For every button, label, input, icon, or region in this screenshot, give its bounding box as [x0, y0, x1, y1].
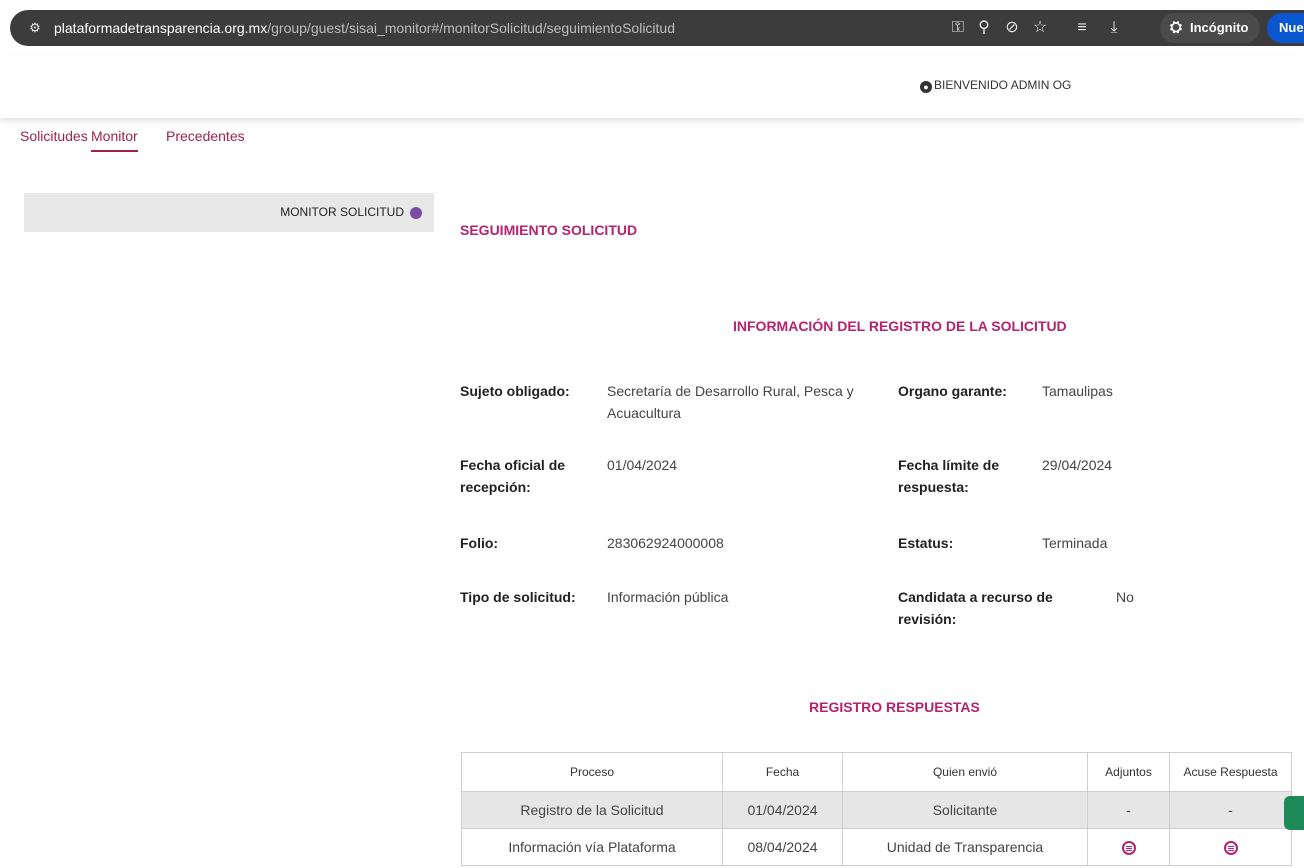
circle-icon: [410, 207, 422, 219]
tab-precedentes[interactable]: Precedentes: [166, 128, 245, 144]
chat-widget-tab[interactable]: [1284, 796, 1304, 830]
url-text[interactable]: plataformadetransparencia.org.mx/group/g…: [54, 18, 675, 38]
header-fecha: Fecha: [722, 752, 843, 792]
download-icon[interactable]: ⤓: [1102, 16, 1126, 40]
sujeto-value: Secretaría de Desarrollo Rural, Pesca y …: [607, 383, 854, 421]
reading-list-icon[interactable]: ≡: [1070, 16, 1094, 40]
responses-table: Proceso Fecha Quien envió Adjuntos Acuse…: [461, 752, 1292, 866]
organo-value: Tamaulipas: [1042, 383, 1113, 399]
table-header-row: Proceso Fecha Quien envió Adjuntos Acuse…: [461, 752, 1292, 792]
header-proceso: Proceso: [461, 752, 723, 792]
cell-proceso: Registro de la Solicitud: [461, 791, 723, 829]
cell-acuse: [1169, 828, 1292, 866]
sidebar-item-monitor-solicitud[interactable]: MONITOR SOLICITUD: [24, 193, 434, 232]
site-header: ● BIENVENIDO ADMIN OG: [0, 56, 1304, 118]
organo-label: Organo garante:: [898, 383, 1007, 399]
table-row: Información vía Plataforma 08/04/2024 Un…: [461, 828, 1292, 866]
star-icon[interactable]: ☆: [1028, 16, 1052, 40]
tipo-value: Información pública: [607, 589, 729, 605]
browser-toolbar: ⚙ plataformadetransparencia.org.mx/group…: [0, 0, 1304, 56]
info-title: INFORMACIÓN DEL REGISTRO DE LA SOLICITUD: [733, 318, 1067, 334]
responses-title: REGISTRO RESPUESTAS: [809, 699, 980, 715]
header-quien: Quien envió: [842, 752, 1088, 792]
cell-quien: Unidad de Transparencia: [842, 828, 1088, 866]
fecha-oficial-label: Fecha oficial de recepción:: [460, 457, 566, 495]
candidata-label: Candidata a recurso de revisión:: [898, 589, 1053, 627]
eye-off-icon[interactable]: ⊘: [1000, 16, 1024, 40]
tipo-label: Tipo de solicitud:: [460, 589, 576, 605]
tab-monitor[interactable]: Monitor: [91, 128, 138, 152]
cell-adjuntos: [1087, 828, 1170, 866]
document-icon[interactable]: [1223, 841, 1238, 856]
cell-fecha: 01/04/2024: [722, 791, 843, 829]
incognito-label: Incógnito: [1190, 20, 1249, 35]
section-title: SEGUIMIENTO SOLICITUD: [460, 222, 638, 238]
cell-adjuntos: -: [1087, 791, 1170, 829]
cell-acuse: -: [1169, 791, 1292, 829]
sidebar-item-label: MONITOR SOLICITUD: [280, 205, 404, 219]
site-info-icon[interactable]: ⚙: [26, 19, 44, 37]
url-host: plataformadetransparencia.org.mx: [54, 20, 268, 36]
welcome-text: BIENVENIDO ADMIN OG: [934, 78, 1072, 92]
table-row: Registro de la Solicitud 01/04/2024 Soli…: [461, 791, 1292, 829]
url-path: /group/guest/sisai_monitor#/monitorSolic…: [267, 20, 676, 36]
fecha-oficial-value: 01/04/2024: [607, 457, 678, 473]
cell-fecha: 08/04/2024: [722, 828, 843, 866]
candidata-value: No: [1116, 589, 1134, 605]
folio-label: Folio:: [460, 535, 499, 551]
new-button[interactable]: Nue: [1267, 13, 1304, 43]
sujeto-label: Sujeto obligado:: [460, 383, 570, 399]
estatus-label: Estatus:: [898, 535, 954, 551]
cell-quien: Solicitante: [842, 791, 1088, 829]
header-adjuntos: Adjuntos: [1087, 752, 1170, 792]
fecha-limite-value: 29/04/2024: [1042, 457, 1113, 473]
header-acuse: Acuse Respuesta: [1169, 752, 1292, 792]
tab-solicitudes[interactable]: Solicitudes: [20, 128, 88, 144]
address-bar[interactable]: ⚙ plataformadetransparencia.org.mx/group…: [10, 10, 1304, 46]
folio-value: 283062924000008: [607, 535, 724, 551]
user-icon: ●: [920, 81, 932, 93]
fecha-limite-label: Fecha límite de respuesta:: [898, 457, 1000, 495]
document-icon[interactable]: [1121, 841, 1136, 856]
password-key-icon[interactable]: ⚿: [946, 16, 970, 40]
cell-proceso: Información vía Plataforma: [461, 828, 723, 866]
incognito-badge[interactable]: ⛭ Incógnito: [1160, 13, 1260, 43]
incognito-icon: ⛭: [1170, 19, 1183, 36]
zoom-icon[interactable]: ⚲: [972, 16, 996, 40]
estatus-value: Terminada: [1042, 535, 1108, 551]
welcome-user[interactable]: ● BIENVENIDO ADMIN OG: [920, 78, 1071, 93]
